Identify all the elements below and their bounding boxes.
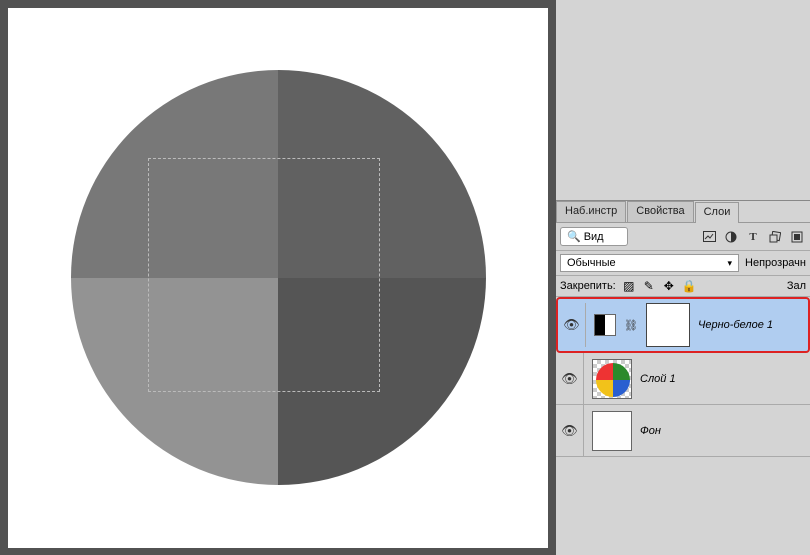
quadrant-bottom-left xyxy=(71,278,279,486)
layer-name[interactable]: Черно-белое 1 xyxy=(698,319,773,331)
layer-name[interactable]: Фон xyxy=(640,425,661,437)
eye-icon[interactable]: 👁 xyxy=(563,317,580,333)
quadrant-top-left xyxy=(71,70,279,278)
opacity-label: Непрозрачн xyxy=(745,257,806,269)
lock-all-icon[interactable]: 🔒 xyxy=(682,279,696,293)
canvas-area xyxy=(0,0,556,555)
layer-thumb[interactable] xyxy=(592,411,632,451)
lock-transparency-icon[interactable]: ▨ xyxy=(622,279,636,293)
panel-side: Наб.инстр Свойства Слои 🔍 Вид T xyxy=(556,0,810,555)
layer-name[interactable]: Слой 1 xyxy=(640,373,676,385)
quadrant-top-right xyxy=(278,70,486,278)
filter-shape-icon[interactable] xyxy=(766,229,784,245)
canvas[interactable] xyxy=(8,8,548,548)
visibility-col: 👁 xyxy=(558,303,586,347)
mask-thumb[interactable] xyxy=(646,303,690,347)
quadrant-bottom-right xyxy=(278,278,486,486)
circle-artwork xyxy=(71,70,486,485)
blend-row: Обычные ▾ Непрозрачн xyxy=(556,251,810,276)
blend-mode-value: Обычные xyxy=(567,257,616,269)
visibility-col: 👁 xyxy=(556,353,584,404)
tab-properties[interactable]: Свойства xyxy=(627,201,693,222)
layers-panel: Наб.инстр Свойства Слои 🔍 Вид T xyxy=(556,200,810,555)
layer-thumb[interactable] xyxy=(592,359,632,399)
tab-toolset[interactable]: Наб.инстр xyxy=(556,201,626,222)
eye-icon[interactable]: 👁 xyxy=(561,423,578,439)
lock-position-icon[interactable]: ✥ xyxy=(662,279,676,293)
layers-list: 👁 ⛓ Черно-белое 1 👁 xyxy=(556,297,810,555)
filter-row: 🔍 Вид T xyxy=(556,223,810,251)
layer-filter-kind[interactable]: 🔍 Вид xyxy=(560,227,628,246)
panel-empty-area xyxy=(556,0,810,200)
filter-text-icon[interactable]: T xyxy=(744,229,762,245)
lock-row: Закрепить: ▨ ✎ ✥ 🔒 Зал xyxy=(556,276,810,297)
eye-icon[interactable]: 👁 xyxy=(561,371,578,387)
search-icon: 🔍 xyxy=(567,230,581,243)
visibility-col: 👁 xyxy=(556,405,584,456)
lock-paint-icon[interactable]: ✎ xyxy=(642,279,656,293)
lock-label: Закрепить: xyxy=(560,280,616,292)
tab-layers[interactable]: Слои xyxy=(695,202,740,223)
layer-row-raster[interactable]: 👁 Слой 1 xyxy=(556,353,810,405)
link-icon[interactable]: ⛓ xyxy=(624,319,638,332)
layer-row-background[interactable]: 👁 Фон xyxy=(556,405,810,457)
filter-smart-icon[interactable] xyxy=(788,229,806,245)
panel-tabs: Наб.инстр Свойства Слои xyxy=(556,201,810,223)
filter-adjust-icon[interactable] xyxy=(722,229,740,245)
fill-label: Зал xyxy=(787,280,806,292)
layer-content: ⛓ Черно-белое 1 xyxy=(586,303,808,347)
layer-content: Слой 1 xyxy=(584,359,810,399)
lock-icons: ▨ ✎ ✥ 🔒 xyxy=(622,279,696,293)
filter-kind-label: Вид xyxy=(584,231,604,243)
layer-row-adjustment[interactable]: 👁 ⛓ Черно-белое 1 xyxy=(556,297,810,353)
layer-content: Фон xyxy=(584,411,810,451)
blend-mode-select[interactable]: Обычные ▾ xyxy=(560,254,739,272)
adjustment-thumb[interactable] xyxy=(594,314,616,336)
filter-image-icon[interactable] xyxy=(700,229,718,245)
chevron-down-icon: ▾ xyxy=(727,258,732,269)
